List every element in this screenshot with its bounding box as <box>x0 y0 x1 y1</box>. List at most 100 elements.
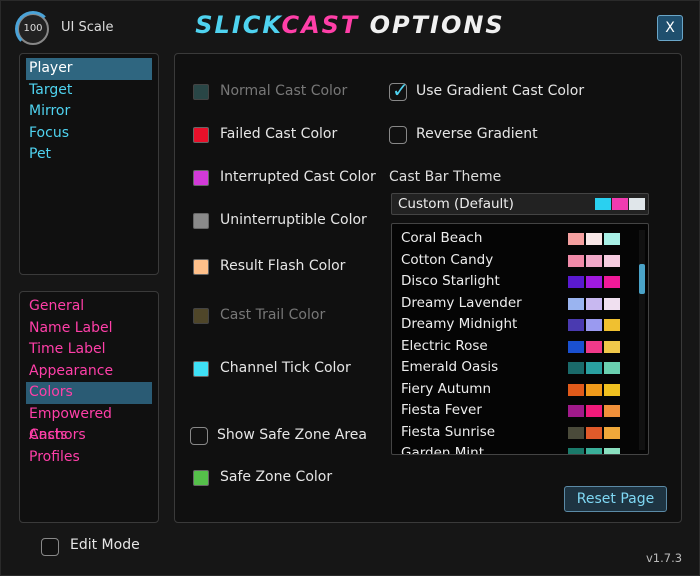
theme-selected-value: Custom (Default) <box>398 196 514 212</box>
category-nav-item-appearance[interactable]: Appearance <box>26 361 152 383</box>
result-flash-color-swatch[interactable] <box>193 259 209 275</box>
uninterruptible-color-option[interactable]: Uninterruptible Color <box>193 210 373 232</box>
cast-bar-theme-option-list: Garden Mint Fiesta Sunrise Fiesta Fever Fie… <box>391 223 649 455</box>
cast-bar-theme-label: Cast Bar Theme <box>389 169 502 185</box>
theme-option-color-chip <box>604 297 620 310</box>
theme-option-color-chip <box>586 383 602 396</box>
category-nav-item-colors[interactable]: Colors <box>26 382 152 404</box>
unit-nav-item-pet[interactable]: Pet <box>26 144 152 166</box>
theme-option-color-chip <box>586 297 602 310</box>
theme-option[interactable]: Dreamy Midnight <box>392 313 642 335</box>
category-nav-item-general[interactable]: General <box>26 296 152 318</box>
result-flash-color-option[interactable]: Result Flash Color <box>193 256 373 278</box>
channel-tick-color-label: Channel Tick Color <box>220 360 351 376</box>
theme-option[interactable]: Garden Mint <box>392 442 642 455</box>
theme-option-color-chip <box>604 448 620 454</box>
reverse-gradient-option[interactable]: Reverse Gradient <box>389 124 589 146</box>
interrupted-cast-color-label: Interrupted Cast Color <box>220 169 376 185</box>
theme-option[interactable]: Fiery Autumn <box>392 378 642 400</box>
title-part-cast: CAST <box>281 11 360 39</box>
unit-nav-item-player[interactable]: Player <box>26 58 152 80</box>
theme-option-name: Dreamy Midnight <box>401 316 518 332</box>
failed-cast-color-option[interactable]: Failed Cast Color <box>193 124 373 146</box>
theme-option-color-chip <box>586 254 602 267</box>
interrupted-cast-color-option[interactable]: Interrupted Cast Color <box>193 167 376 189</box>
uninterruptible-color-swatch[interactable] <box>193 213 209 229</box>
category-nav-item-anchors[interactable]: Anchors <box>26 425 152 447</box>
normal-cast-color-option[interactable]: Normal Cast Color <box>193 81 373 103</box>
close-button[interactable]: X <box>657 15 683 41</box>
checkmark-icon: ✓ <box>392 78 409 102</box>
use-gradient-checkbox[interactable]: ✓ <box>389 78 409 102</box>
category-nav-item-name-label[interactable]: Name Label <box>26 318 152 340</box>
edit-mode-label: Edit Mode <box>70 537 140 553</box>
cast-trail-color-swatch[interactable] <box>193 308 209 324</box>
category-nav-item-time-label[interactable]: Time Label <box>26 339 152 361</box>
theme-option-color-chip <box>568 254 584 267</box>
theme-option[interactable]: Fiesta Fever <box>392 399 642 421</box>
theme-option-color-chip <box>604 362 620 374</box>
channel-tick-color-option[interactable]: Channel Tick Color <box>193 358 373 380</box>
safe-zone-color-swatch[interactable] <box>193 470 209 486</box>
theme-option-color-chip <box>568 233 584 245</box>
category-nav-item-profiles[interactable]: Profiles <box>26 447 152 469</box>
theme-selected-color-3 <box>629 198 645 210</box>
theme-option-color-chip <box>568 340 584 353</box>
unit-nav-item-target[interactable]: Target <box>26 80 152 102</box>
theme-option-color-chip <box>604 340 620 353</box>
show-safe-zone-checkbox[interactable] <box>190 427 208 445</box>
failed-cast-color-swatch[interactable] <box>193 127 209 143</box>
version-label: v1.7.3 <box>646 551 683 565</box>
edit-mode-checkbox[interactable] <box>41 538 59 556</box>
theme-option[interactable]: Coral Beach <box>392 227 642 249</box>
category-nav-item-empowered-casts[interactable]: Empowered Casts <box>26 404 152 444</box>
theme-option-color-chip <box>568 426 584 439</box>
interrupted-cast-color-swatch[interactable] <box>193 170 209 186</box>
unit-nav-item-focus[interactable]: Focus <box>26 123 152 145</box>
theme-option-color-chip <box>586 340 602 353</box>
theme-option-name: Dreamy Lavender <box>401 294 522 311</box>
category-nav-panel: General Name Label Time Label Appearance Col… <box>19 291 159 523</box>
reset-page-button[interactable]: Reset Page <box>564 486 667 512</box>
theme-list-scrollbar[interactable] <box>639 230 645 450</box>
theme-selected-color-2 <box>612 198 628 210</box>
unit-nav-panel: Player Target Mirror Focus Pet <box>19 53 159 275</box>
theme-option[interactable]: Cotton Candy <box>392 249 642 271</box>
theme-option-color-chip <box>604 426 620 439</box>
reverse-gradient-label: Reverse Gradient <box>416 126 538 142</box>
unit-nav-item-mirror[interactable]: Mirror <box>26 101 152 123</box>
theme-option[interactable]: Disco Starlight <box>392 270 642 292</box>
normal-cast-color-swatch[interactable] <box>193 84 209 100</box>
theme-option[interactable]: Emerald Oasis <box>392 356 642 378</box>
theme-option-color-chip <box>604 383 620 396</box>
normal-cast-color-label: Normal Cast Color <box>220 83 348 99</box>
theme-option-name: Disco Starlight <box>401 273 500 289</box>
title-part-options: OPTIONS <box>359 11 505 39</box>
theme-option-color-chip <box>604 276 620 288</box>
safe-zone-color-option[interactable]: Safe Zone Color <box>193 467 373 489</box>
theme-option[interactable]: Dreamy Lavender <box>392 292 642 314</box>
channel-tick-color-swatch[interactable] <box>193 361 209 377</box>
theme-option[interactable]: Electric Rose <box>392 335 642 357</box>
result-flash-color-label: Result Flash Color <box>220 258 346 274</box>
reverse-gradient-checkbox[interactable] <box>389 126 407 144</box>
failed-cast-color-label: Failed Cast Color <box>220 126 338 142</box>
theme-option-color-chip <box>586 276 602 288</box>
theme-option-color-chip <box>568 319 584 331</box>
cast-bar-theme-dropdown[interactable]: Custom (Default) <box>391 193 649 215</box>
theme-option-color-chip <box>586 448 602 454</box>
theme-list-scroll-thumb[interactable] <box>639 264 645 294</box>
safe-zone-color-label: Safe Zone Color <box>220 469 333 485</box>
show-safe-zone-label: Show Safe Zone Area <box>217 427 367 443</box>
use-gradient-label: Use Gradient Cast Color <box>416 83 585 99</box>
cast-trail-color-option[interactable]: Cast Trail Color <box>193 305 373 327</box>
theme-option[interactable]: Fiesta Sunrise <box>392 421 642 443</box>
show-safe-zone-option[interactable]: Show Safe Zone Area <box>190 425 370 447</box>
theme-option-color-chip <box>586 319 602 331</box>
theme-option-color-chip <box>568 448 584 454</box>
theme-option-color-chip <box>568 405 584 417</box>
use-gradient-option[interactable]: ✓ Use Gradient Cast Color <box>389 78 589 103</box>
uninterruptible-color-label: Uninterruptible Color <box>220 212 367 228</box>
theme-option-name: Garden Mint <box>401 445 485 455</box>
category-nav-list: General Name Label Time Label Appearance Col… <box>20 292 158 472</box>
